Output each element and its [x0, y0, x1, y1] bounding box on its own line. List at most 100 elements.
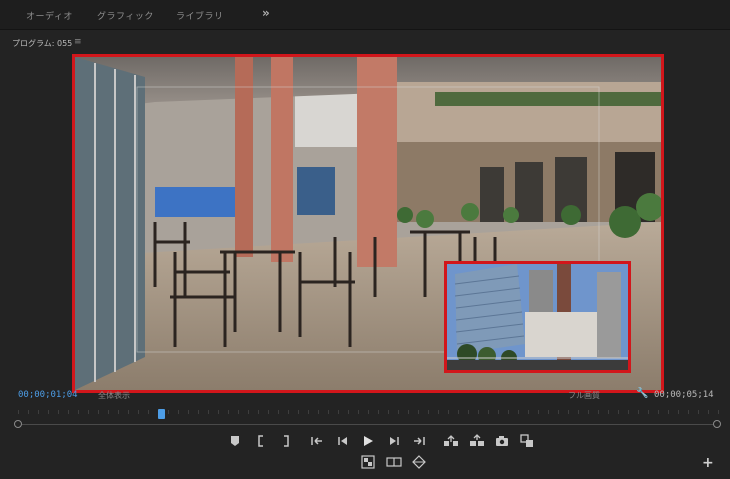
ruler-tick [58, 410, 59, 414]
ruler-tick [548, 410, 549, 414]
multi-camera-icon[interactable] [412, 455, 426, 469]
ruler-tick [88, 410, 89, 414]
ruler-tick [208, 410, 209, 414]
lift-icon[interactable] [443, 434, 458, 448]
ruler-tick [588, 410, 589, 414]
pip-scene [447, 264, 628, 370]
ruler-tick [718, 410, 719, 414]
ruler-tick [68, 410, 69, 414]
ruler-tick [468, 410, 469, 414]
ruler-tick [558, 410, 559, 414]
ruler-tick [248, 410, 249, 414]
add-button[interactable]: + [702, 455, 714, 471]
marker-icon[interactable] [228, 434, 242, 448]
ruler-tick [98, 410, 99, 414]
ruler-tick [368, 410, 369, 414]
ruler-tick [698, 410, 699, 414]
workspace-bar: オーディオ グラフィック ライブラリ » [0, 0, 730, 30]
time-ruler[interactable] [18, 403, 719, 419]
ruler-tick [288, 410, 289, 414]
zoom-level-select[interactable]: 全体表示 [98, 390, 130, 401]
ruler-tick [318, 410, 319, 414]
tab-libraries[interactable]: ライブラリ [176, 9, 224, 22]
ruler-tick [348, 410, 349, 414]
ruler-tick [148, 410, 149, 414]
ruler-tick [308, 410, 309, 414]
ruler-tick [38, 410, 39, 414]
ruler-tick [508, 410, 509, 414]
ruler-tick [28, 410, 29, 414]
ruler-tick [438, 410, 439, 414]
ruler-tick [448, 410, 449, 414]
ruler-tick [648, 410, 649, 414]
ruler-tick [518, 410, 519, 414]
zoom-scroll-end-handle[interactable] [713, 420, 721, 428]
ruler-tick [678, 410, 679, 414]
ruler-tick [358, 410, 359, 414]
ruler-tick [618, 410, 619, 414]
tab-audio[interactable]: オーディオ [26, 9, 73, 22]
ruler-tick [278, 410, 279, 414]
ruler-tick [218, 410, 219, 414]
duration-timecode: 00;00;05;14 [654, 390, 714, 400]
settings-wrench-icon[interactable]: 🔧 [636, 388, 648, 399]
step-back-icon[interactable] [336, 434, 350, 448]
ruler-tick [378, 410, 379, 414]
ruler-tick [198, 410, 199, 414]
extract-icon[interactable] [469, 434, 484, 448]
current-timecode[interactable]: 00;00;01;04 [18, 390, 78, 400]
ruler-tick [128, 410, 129, 414]
ruler-tick [228, 410, 229, 414]
ruler-tick [168, 410, 169, 414]
ruler-tick [48, 410, 49, 414]
ruler-tick [388, 410, 389, 414]
ruler-tick [708, 410, 709, 414]
ruler-tick [338, 410, 339, 414]
picture-in-picture-clip[interactable] [444, 261, 631, 373]
ruler-tick [668, 410, 669, 414]
comparison-view-icon[interactable] [520, 434, 534, 448]
go-to-in-icon[interactable] [310, 434, 324, 448]
ruler-tick [188, 410, 189, 414]
ruler-tick [458, 410, 459, 414]
tab-graphics[interactable]: グラフィック [97, 9, 154, 22]
ruler-tick [268, 410, 269, 414]
ruler-tick [78, 410, 79, 414]
ruler-tick [488, 410, 489, 414]
ruler-tick [298, 410, 299, 414]
ruler-tick [528, 410, 529, 414]
zoom-scroll-bar[interactable] [22, 424, 713, 425]
ruler-tick [138, 410, 139, 414]
ruler-tick [118, 410, 119, 414]
panel-menu-icon[interactable]: ≡ [74, 37, 82, 47]
panel-title: プログラム: 055 [12, 39, 73, 48]
ruler-tick [108, 410, 109, 414]
ruler-tick [498, 410, 499, 414]
ruler-tick [658, 410, 659, 414]
ruler-tick [638, 410, 639, 414]
export-frame-icon[interactable] [495, 434, 509, 448]
vr-video-icon[interactable] [361, 455, 375, 469]
ruler-tick [18, 410, 19, 414]
ruler-tick [418, 410, 419, 414]
ruler-tick [598, 410, 599, 414]
playback-resolution-select[interactable]: フル画質 [568, 390, 600, 401]
proxy-toggle-icon[interactable] [386, 455, 402, 469]
more-workspaces-icon[interactable]: » [262, 6, 270, 20]
ruler-tick [608, 410, 609, 414]
step-forward-icon[interactable] [387, 434, 401, 448]
play-icon[interactable] [361, 434, 375, 448]
playhead[interactable] [158, 409, 165, 419]
ruler-tick [328, 410, 329, 414]
ruler-tick [688, 410, 689, 414]
ruler-tick [568, 410, 569, 414]
out-point-icon[interactable] [279, 434, 293, 448]
ruler-tick [478, 410, 479, 414]
in-point-icon[interactable] [254, 434, 268, 448]
ruler-tick [578, 410, 579, 414]
ruler-tick [538, 410, 539, 414]
go-to-out-icon[interactable] [412, 434, 426, 448]
zoom-scroll-start-handle[interactable] [14, 420, 22, 428]
ruler-tick [398, 410, 399, 414]
ruler-tick [238, 410, 239, 414]
